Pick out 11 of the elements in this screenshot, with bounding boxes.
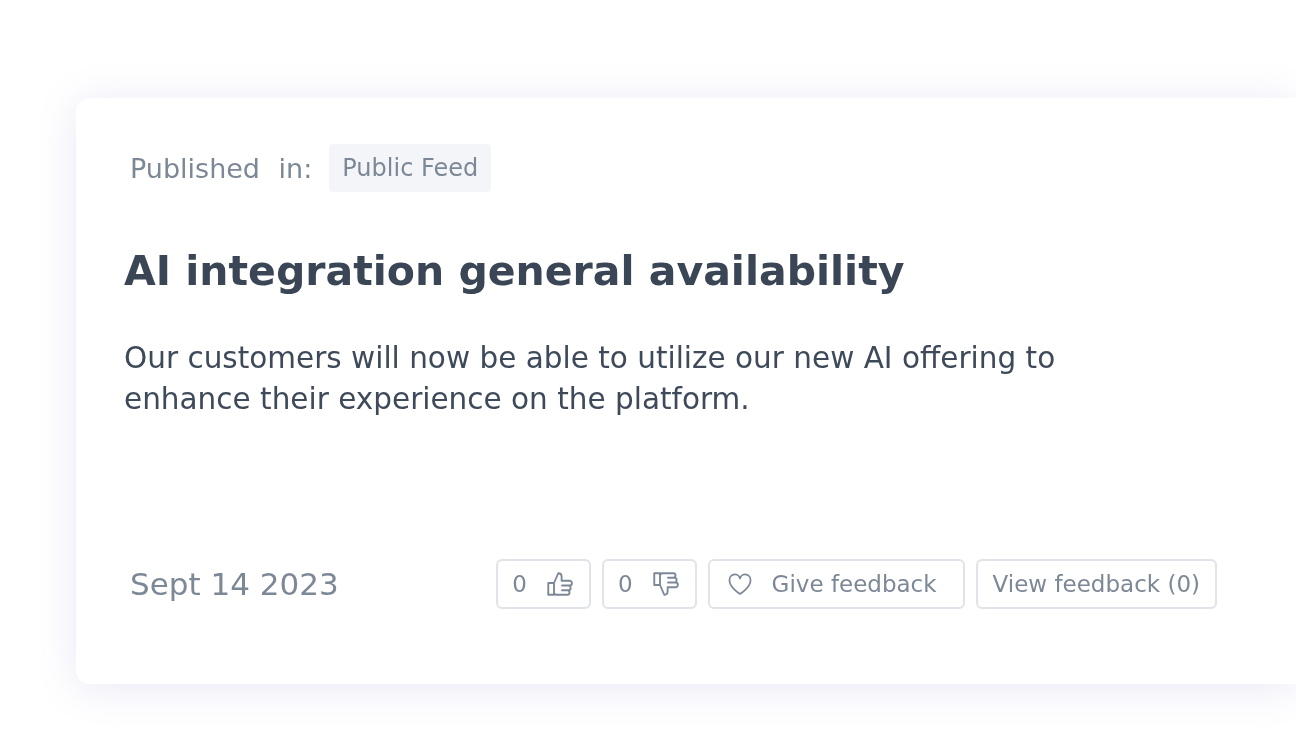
thumbs-down-icon [650, 569, 681, 599]
give-feedback-button[interactable]: Give feedback [707, 559, 965, 609]
upvote-button[interactable]: 0 [496, 559, 591, 609]
thumbs-up-icon [544, 569, 575, 599]
channel-tag: Public Feed [329, 144, 492, 192]
post-title: AI integration general availability [124, 246, 906, 296]
post-date: Sept 14 2023 [130, 566, 339, 602]
downvote-button[interactable]: 0 [601, 559, 697, 609]
post-body: Our customers will now be able to utilize our new AI offering to enhance their experience on the platform. [124, 340, 1057, 418]
view-feedback-button[interactable]: View feedback (0) [975, 559, 1217, 609]
published-label: Published in: [130, 152, 313, 184]
